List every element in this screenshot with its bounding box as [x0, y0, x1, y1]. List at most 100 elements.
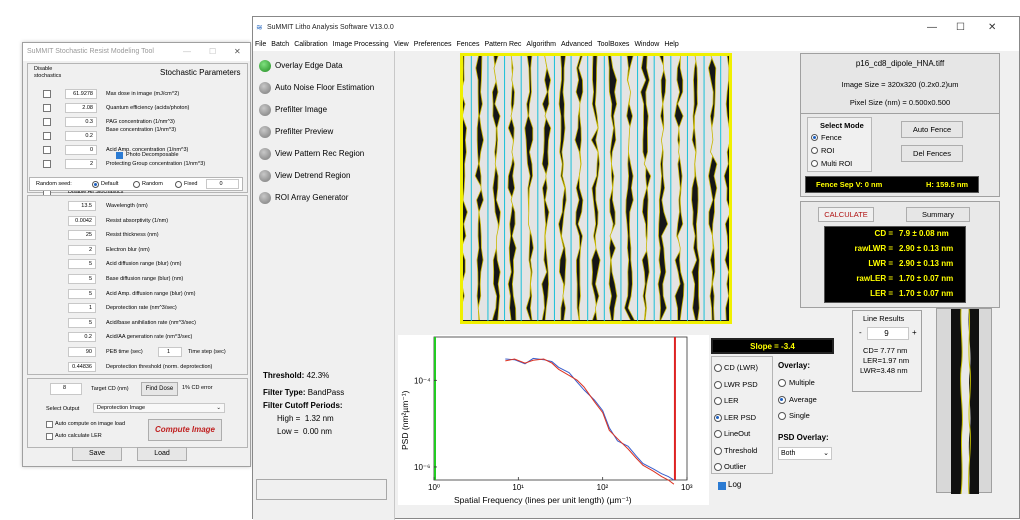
summary-button[interactable]: Summary — [906, 207, 970, 222]
psd-overlay-dropdown[interactable]: Both ⌄ — [778, 447, 832, 460]
close-icon[interactable]: ✕ — [988, 17, 996, 39]
param-input[interactable]: 0.2 — [68, 332, 96, 343]
auto-fence-button[interactable]: Auto Fence — [901, 121, 963, 138]
menu-help[interactable]: Help — [664, 41, 678, 48]
line-minus-button[interactable]: - — [859, 328, 862, 337]
command-roi-array-generator[interactable]: ROI Array Generator — [275, 193, 348, 202]
overlay-option-radio[interactable] — [778, 379, 786, 387]
stoch-row-checkbox[interactable] — [43, 160, 51, 168]
auto-ler-label: Auto calculate LER — [55, 433, 102, 439]
time-step-input[interactable]: 1 — [158, 347, 182, 357]
seed-default-radio[interactable] — [92, 181, 99, 188]
minimize-icon[interactable]: — — [927, 17, 937, 39]
menu-file[interactable]: File — [255, 41, 266, 48]
command-auto-noise-floor-estimation[interactable]: Auto Noise Floor Estimation — [275, 83, 374, 92]
psd-chart[interactable]: 10⁰ 10¹ 10² 10³ 10⁻⁴ 10⁻⁶ Spatial Frequency (l… — [398, 335, 709, 505]
psd-option-radio[interactable] — [714, 463, 722, 471]
stoch-row-input[interactable]: 0 — [65, 145, 97, 155]
auto-compute-checkbox[interactable] — [46, 421, 53, 428]
command-prefilter-preview[interactable]: Prefilter Preview — [275, 127, 333, 136]
find-dose-button[interactable]: Find Dose — [141, 382, 178, 396]
stoch-row-input[interactable]: 0.3 — [65, 117, 97, 127]
stoch-row-label: Protecting Group concentration (1/nm^3) — [106, 161, 206, 167]
param-input[interactable]: 1 — [68, 303, 96, 314]
save-button[interactable]: Save — [72, 447, 122, 461]
result-label: rawLER = — [856, 274, 893, 283]
menu-calibration[interactable]: Calibration — [294, 41, 327, 48]
stoch-row-checkbox[interactable] — [43, 118, 51, 126]
load-button[interactable]: Load — [137, 447, 187, 461]
stoch-row-input[interactable]: 2.08 — [65, 103, 97, 113]
del-fences-button[interactable]: Del Fences — [901, 145, 963, 162]
psd-option-radio[interactable] — [714, 413, 722, 422]
menu-algorithm[interactable]: Algorithm — [526, 41, 556, 48]
select-mode-panel: Select Mode Fence ROI Multi ROI Auto Fen… — [800, 113, 1000, 197]
psd-option-radio[interactable] — [714, 380, 722, 389]
compute-image-button[interactable]: Compute Image — [148, 419, 222, 441]
menu-toolboxes[interactable]: ToolBoxes — [597, 41, 629, 48]
line-index-input[interactable]: 9 — [867, 327, 909, 340]
menu-preferences[interactable]: Preferences — [414, 41, 452, 48]
mode-multi-roi-radio[interactable] — [811, 160, 818, 167]
param-input[interactable]: 5 — [68, 317, 96, 328]
param-input[interactable]: 13.5 — [68, 201, 96, 211]
minimize-icon[interactable]: — — [183, 43, 191, 61]
sem-image[interactable] — [460, 53, 732, 324]
overlay-option-radio[interactable] — [778, 395, 786, 404]
photo-decomposable-checkbox[interactable] — [116, 152, 123, 159]
line-plus-button[interactable]: + — [912, 328, 917, 337]
param-input[interactable]: 5 — [68, 259, 96, 270]
photo-decomposable-label: Photo Decomposable — [126, 152, 179, 158]
peb-time-input[interactable]: 90 — [68, 347, 96, 357]
overlay-option-radio[interactable] — [778, 412, 786, 420]
command-overlay-edge-data[interactable]: Overlay Edge Data — [275, 61, 343, 70]
psd-option-radio[interactable] — [714, 430, 722, 438]
mode-roi-radio[interactable] — [811, 147, 818, 154]
command-prefilter-image[interactable]: Prefilter Image — [275, 105, 327, 114]
seed-fixed-radio[interactable] — [175, 181, 182, 188]
log-checkbox[interactable] — [718, 482, 726, 490]
stoch-row-checkbox[interactable] — [43, 132, 51, 140]
command-status-icon — [259, 82, 271, 94]
stoch-row-input[interactable]: 61.9278 — [65, 89, 97, 99]
menu-batch[interactable]: Batch — [271, 41, 289, 48]
mode-fence-radio[interactable] — [811, 134, 818, 141]
param-input[interactable]: 25 — [68, 230, 96, 241]
maximize-icon[interactable]: ☐ — [956, 17, 965, 39]
select-output-dropdown[interactable]: Deprotection Image ⌄ — [93, 403, 225, 413]
close-icon[interactable]: ✕ — [234, 43, 241, 61]
psd-option-radio[interactable] — [714, 446, 722, 455]
y-axis-label: PSD (nm²µm⁻¹) — [400, 390, 410, 450]
results-display: CD = 7.9 ± 0.08 nm rawLWR = 2.90 ± 0.13 nm L… — [824, 226, 966, 303]
select-output-label: Select Output — [46, 406, 80, 412]
filter-type-row: Filter Type: BandPass — [263, 388, 345, 397]
command-view-pattern-rec-region[interactable]: View Pattern Rec Region — [275, 149, 364, 158]
stoch-row-input[interactable]: 0.2 — [65, 131, 97, 141]
menu-fences[interactable]: Fences — [456, 41, 479, 48]
auto-ler-checkbox[interactable] — [46, 433, 53, 440]
param-input[interactable]: 5 — [68, 274, 96, 284]
menu-pattern-rec[interactable]: Pattern Rec — [484, 41, 521, 48]
param-input[interactable]: 0.0042 — [68, 215, 96, 226]
x-tick-label: 10³ — [681, 483, 693, 492]
maximize-icon[interactable]: ☐ — [209, 43, 216, 61]
target-cd-input[interactable]: 8 — [50, 383, 82, 395]
stoch-row-input[interactable]: 2 — [65, 159, 97, 169]
high-cutoff-value: 1.32 nm — [304, 414, 334, 423]
psd-option-radio[interactable] — [714, 364, 722, 372]
menu-view[interactable]: View — [394, 41, 409, 48]
command-view-detrend-region[interactable]: View Detrend Region — [275, 171, 350, 180]
seed-value-input[interactable]: 0 — [206, 179, 239, 189]
deprotection-threshold-input[interactable]: 0.44836 — [68, 362, 96, 372]
stoch-row-checkbox[interactable] — [43, 104, 51, 112]
stoch-row-checkbox[interactable] — [43, 90, 51, 98]
param-input[interactable]: 5 — [68, 288, 96, 299]
stoch-row-checkbox[interactable] — [43, 146, 51, 154]
menu-advanced[interactable]: Advanced — [561, 41, 592, 48]
seed-random-radio[interactable] — [133, 181, 140, 188]
menu-window[interactable]: Window — [634, 41, 659, 48]
psd-option-radio[interactable] — [714, 397, 722, 405]
param-input[interactable]: 2 — [68, 244, 96, 255]
menu-image-processing[interactable]: Image Processing — [333, 41, 389, 48]
calculate-button[interactable]: CALCULATE — [818, 207, 874, 222]
